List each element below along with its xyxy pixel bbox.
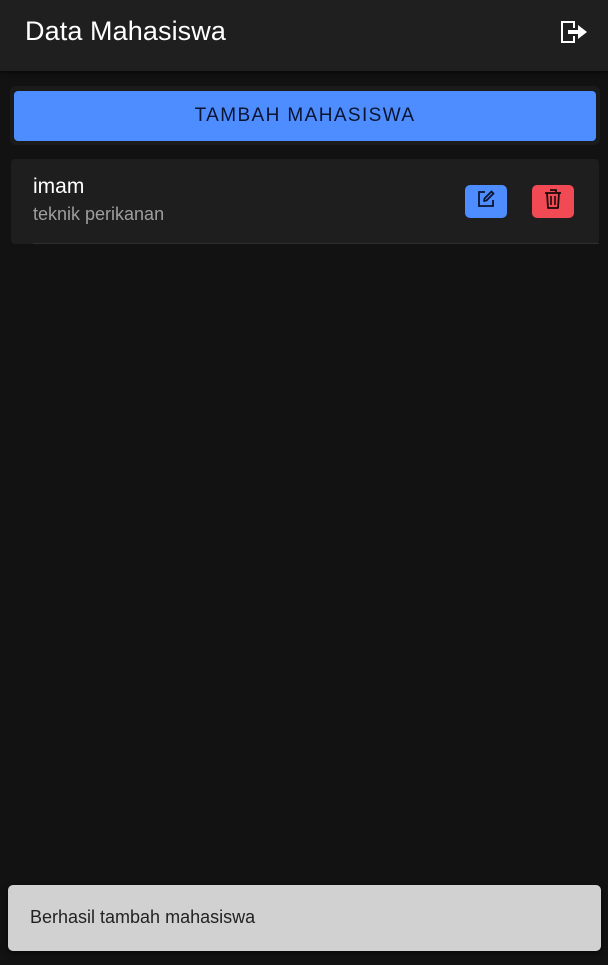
delete-student-button[interactable]	[532, 185, 574, 218]
student-list-item[interactable]: imam teknik perikanan	[11, 159, 599, 244]
logout-button[interactable]	[555, 18, 591, 50]
app-root: Data Mahasiswa TAMBAH MAHASISWA imam tek…	[0, 0, 608, 965]
trash-icon	[543, 188, 563, 215]
list-divider	[33, 243, 599, 244]
edit-student-button[interactable]	[465, 185, 507, 218]
add-student-button[interactable]: TAMBAH MAHASISWA	[14, 91, 596, 141]
edit-icon	[476, 189, 496, 214]
toast-notification: Berhasil tambah mahasiswa	[8, 885, 601, 951]
page-title: Data Mahasiswa	[25, 16, 226, 46]
add-button-container: TAMBAH MAHASISWA	[10, 86, 600, 145]
toast-message: Berhasil tambah mahasiswa	[30, 907, 256, 927]
student-major: teknik perikanan	[33, 204, 165, 224]
student-name: imam	[33, 175, 85, 198]
app-header: Data Mahasiswa	[0, 0, 608, 71]
logout-icon	[557, 18, 589, 51]
